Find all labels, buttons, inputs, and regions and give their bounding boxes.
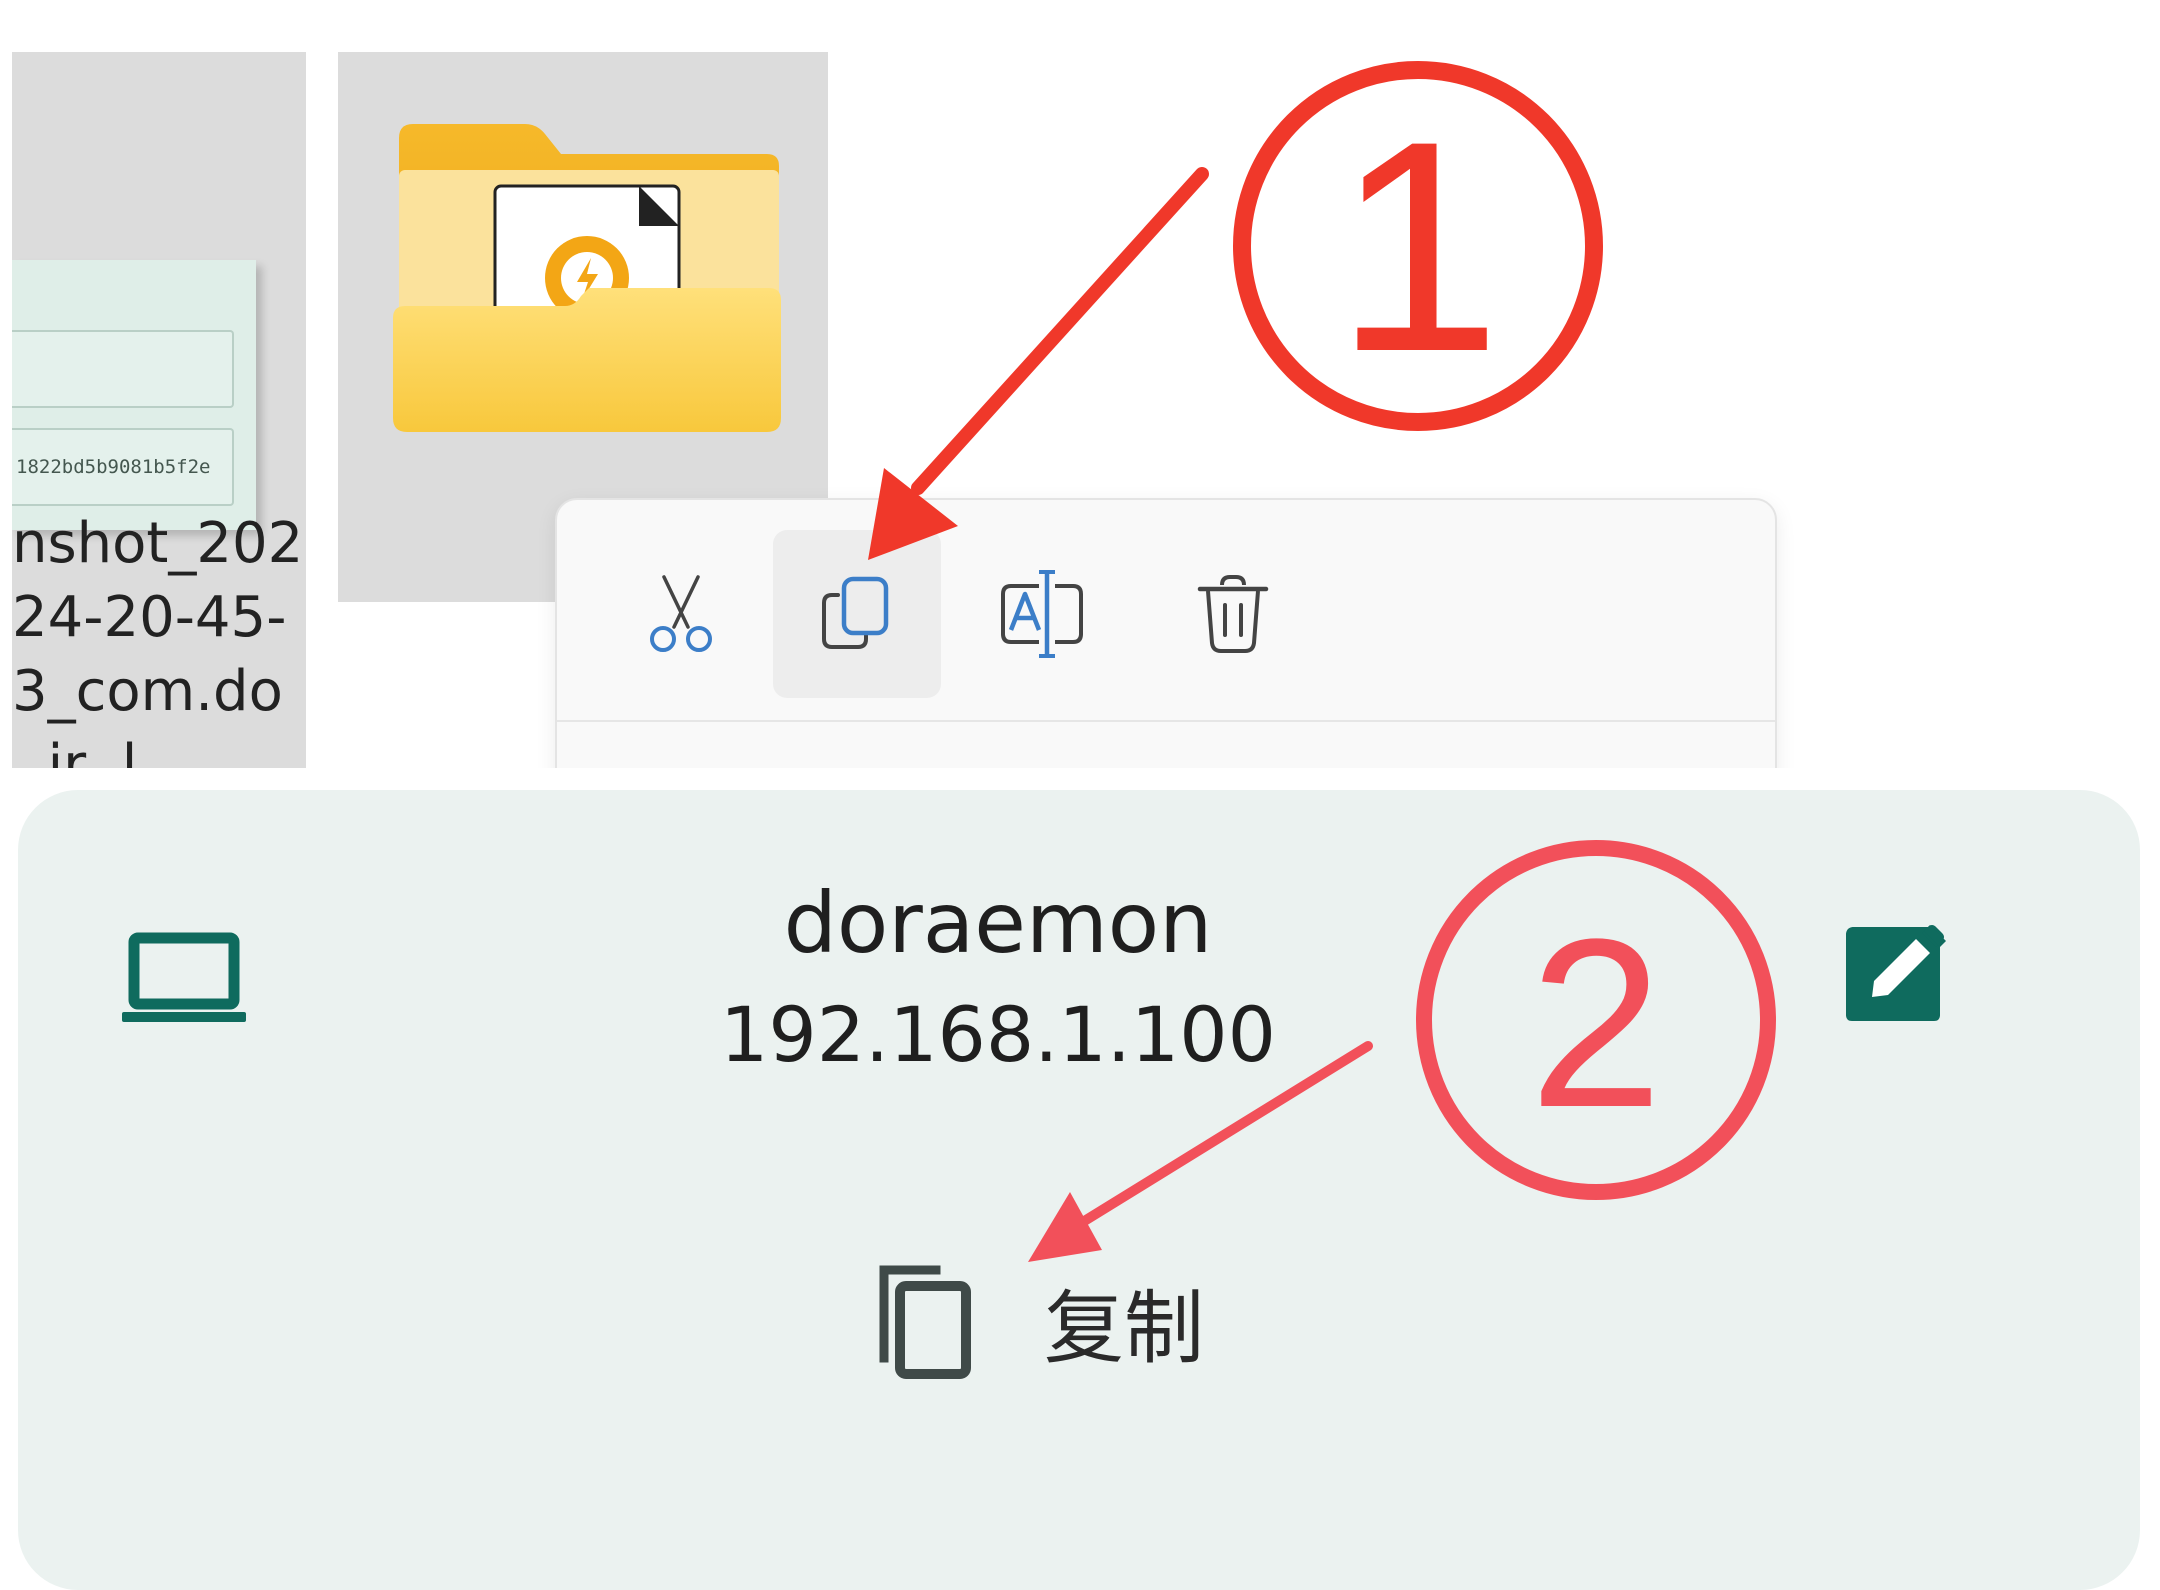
copy-button[interactable] (773, 530, 941, 698)
delete-button[interactable] (1149, 530, 1317, 698)
copy-icon (879, 1265, 971, 1379)
device-name: doraemon (783, 874, 1213, 972)
copy-ip-button[interactable]: 复制 (870, 1252, 1204, 1392)
menu-divider (557, 720, 1775, 722)
rename-icon (1001, 570, 1083, 658)
copy-icon (822, 576, 889, 649)
edit-icon[interactable] (1838, 917, 1950, 1029)
screenshot-file-tile[interactable]: 1822bd5b9081b5f2e nshot_202 24-20-45- 3_… (12, 52, 306, 768)
thumbnail-field (12, 330, 234, 408)
scissors-icon (650, 575, 712, 652)
device-ip: 192.168.1.100 (719, 990, 1276, 1079)
folder-icon (393, 124, 781, 432)
screenshot-thumbnail: 1822bd5b9081b5f2e (12, 260, 256, 530)
copy-label: 复制 (1044, 1282, 1204, 1375)
thumbnail-hash-field: 1822bd5b9081b5f2e (12, 428, 234, 506)
device-card: doraemon 192.168.1.100 复制 (18, 790, 2140, 1590)
context-menu (555, 498, 1777, 768)
screenshot-file-name: nshot_202 24-20-45- 3_com.do ir l (12, 511, 304, 768)
trash-icon (1197, 575, 1269, 653)
file-manager-area: 1822bd5b9081b5f2e nshot_202 24-20-45- 3_… (0, 0, 2160, 768)
cut-button[interactable] (597, 530, 765, 698)
rename-button[interactable] (959, 530, 1127, 698)
